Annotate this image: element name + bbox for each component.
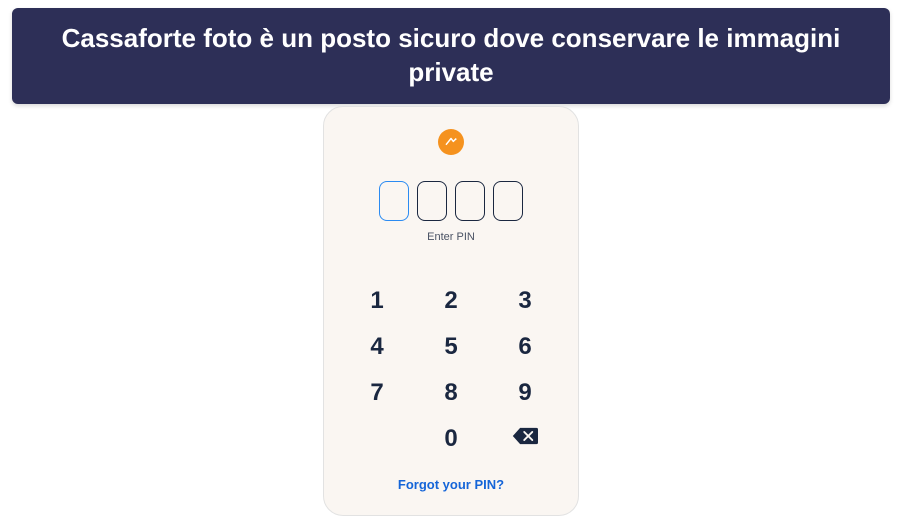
- keypad-backspace[interactable]: [488, 423, 562, 455]
- keypad-2[interactable]: 2: [414, 285, 488, 317]
- keypad-1[interactable]: 1: [340, 285, 414, 317]
- keypad-5[interactable]: 5: [414, 331, 488, 363]
- pin-box-3[interactable]: [455, 181, 485, 221]
- keypad-3[interactable]: 3: [488, 285, 562, 317]
- pin-box-4[interactable]: [493, 181, 523, 221]
- keypad-8[interactable]: 8: [414, 377, 488, 409]
- keypad-7[interactable]: 7: [340, 377, 414, 409]
- phone-frame-wrap: Enter PIN 1 2 3 4 5 6 7 8 9 0 Forgot: [0, 106, 902, 516]
- keypad-0[interactable]: 0: [414, 423, 488, 455]
- enter-pin-label: Enter PIN: [427, 231, 475, 243]
- keypad-empty: [340, 423, 414, 455]
- keypad: 1 2 3 4 5 6 7 8 9 0: [340, 285, 562, 455]
- backspace-icon: [512, 423, 538, 455]
- info-banner: Cassaforte foto è un posto sicuro dove c…: [12, 8, 890, 104]
- pin-box-1[interactable]: [379, 181, 409, 221]
- phone-frame: Enter PIN 1 2 3 4 5 6 7 8 9 0 Forgot: [323, 106, 579, 516]
- brand-icon: [438, 129, 464, 155]
- keypad-9[interactable]: 9: [488, 377, 562, 409]
- pin-box-2[interactable]: [417, 181, 447, 221]
- forgot-pin-link[interactable]: Forgot your PIN?: [398, 477, 504, 492]
- keypad-4[interactable]: 4: [340, 331, 414, 363]
- pin-input-group: [379, 181, 523, 221]
- keypad-6[interactable]: 6: [488, 331, 562, 363]
